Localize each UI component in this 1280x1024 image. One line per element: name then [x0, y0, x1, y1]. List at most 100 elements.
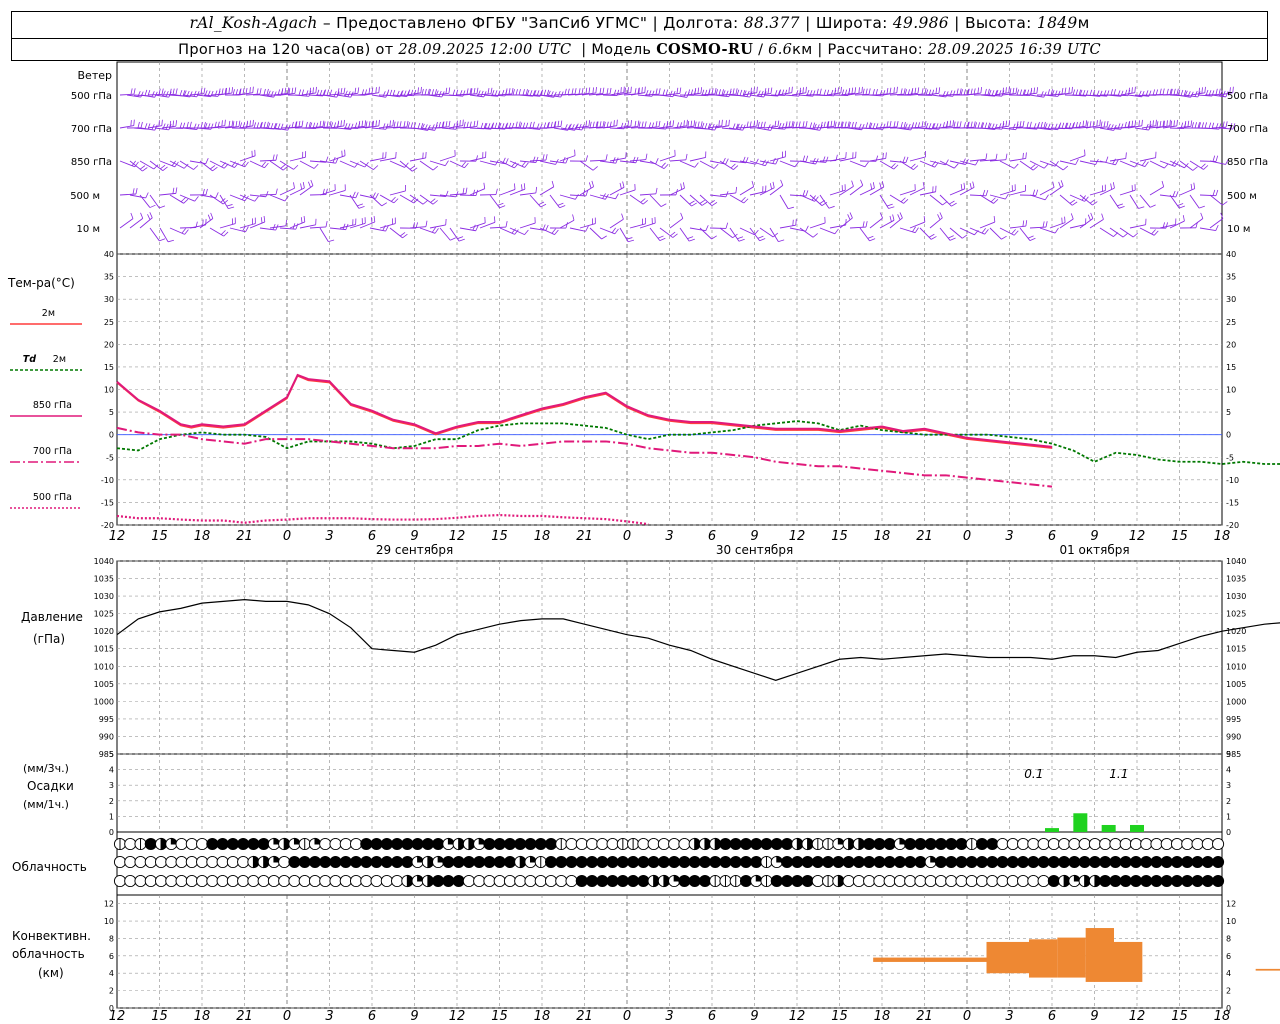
- convective-bar: [1029, 939, 1058, 978]
- wind-barb: [469, 182, 486, 196]
- cloud-symbol-circle: [1129, 855, 1143, 869]
- cloud-symbol-circle: [965, 874, 978, 888]
- wind-barb-feather: [1138, 206, 1145, 209]
- cloud-symbol-circle: [124, 874, 137, 888]
- cloud-symbol: [780, 855, 794, 869]
- wind-barb-feather: [137, 121, 140, 128]
- wind-barb-feather: [312, 87, 314, 94]
- cloud-symbol-circle: [606, 837, 619, 851]
- x-tick-label: 6: [368, 529, 376, 544]
- temperature-panel: [10, 323, 1280, 526]
- wind-barb-feather: [962, 234, 968, 239]
- cloud-symbol-circle: [934, 837, 948, 851]
- wind-barb: [789, 190, 809, 197]
- wind-barb-feather: [466, 88, 469, 95]
- cloud-symbol: [719, 855, 732, 869]
- cloud-symbol-circle: [678, 855, 691, 869]
- wind-barb-feather: [302, 182, 305, 189]
- wind-barb-feather: [1011, 229, 1016, 235]
- wind-barb-feather: [545, 224, 549, 231]
- wind-barb-feather: [725, 120, 727, 127]
- wind-barb-feather: [662, 89, 666, 96]
- wind-barb-feather: [1134, 86, 1136, 93]
- x-tick-label: 15: [1171, 1009, 1188, 1024]
- wind-barb-feather: [970, 121, 973, 128]
- wind-barb-feather: [984, 88, 987, 95]
- wind-barb-feather: [627, 120, 630, 127]
- wind-barb-feather: [231, 87, 234, 94]
- wind-barb-feather: [1043, 91, 1047, 98]
- wind-barb: [909, 150, 926, 162]
- wind-barb-feather: [1101, 213, 1104, 220]
- wind-barb-feather: [1105, 156, 1109, 163]
- wind-barb-feather: [264, 162, 269, 168]
- cloud-symbol-circle: [1181, 874, 1194, 888]
- x-tick-label: 3: [325, 1009, 333, 1024]
- conv-tick-right: 8: [1226, 934, 1231, 943]
- wind-barb-feather: [1005, 87, 1007, 94]
- cloud-symbol-circle: [596, 874, 609, 888]
- cloud-symbol: [257, 837, 270, 851]
- wind-barb-feather: [743, 198, 749, 204]
- wind-barb: [1190, 86, 1206, 96]
- wind-barb-feather: [603, 121, 606, 128]
- wind-barb-shaft: [819, 227, 836, 235]
- wind-barb: [1069, 149, 1086, 162]
- wind-barb-feather: [669, 120, 672, 127]
- wind-barb-feather: [627, 87, 629, 94]
- cloud-symbol: [1027, 874, 1040, 888]
- wind-barb-shaft: [1009, 157, 1026, 162]
- wind-barb-feather: [260, 217, 263, 224]
- wind-barb-feather: [907, 123, 911, 130]
- wind-barb-feather: [924, 88, 927, 95]
- cloud-symbol-circle: [1078, 837, 1091, 851]
- wind-barb-feather: [893, 164, 899, 170]
- wind-barb-feather: [823, 121, 826, 128]
- wind-barb-shaft: [679, 194, 692, 207]
- wind-barb: [309, 221, 328, 229]
- wind-barb-feather: [1172, 190, 1176, 197]
- wind-barb: [1019, 160, 1038, 171]
- wind-barb-feather: [462, 119, 464, 126]
- x-tick-label: 0: [963, 529, 971, 544]
- cloud-symbol: [678, 874, 691, 888]
- wind-barb-feather: [438, 121, 441, 128]
- wind-barb-feather: [172, 88, 175, 95]
- wind-barb-feather: [847, 214, 851, 220]
- wind-barb-feather: [1005, 193, 1009, 200]
- wind-barb-feather: [275, 188, 278, 195]
- cloud-symbol: [1129, 855, 1143, 869]
- wind-barb-feather: [938, 87, 941, 94]
- wind-barb-shaft: [686, 126, 702, 129]
- wind-barb-feather: [834, 87, 836, 94]
- cloud-symbol: [247, 874, 260, 888]
- wind-barb-shaft: [299, 160, 315, 169]
- wind-barb-feather: [288, 88, 291, 95]
- cloud-symbol-circle: [1109, 874, 1122, 888]
- cloud-symbol: [503, 837, 517, 851]
- wind-barb: [1209, 212, 1224, 229]
- precip-bar: [1045, 828, 1059, 832]
- wind-barb: [209, 227, 229, 237]
- cloud-symbol-circle: [1160, 837, 1173, 851]
- wind-barb-feather: [319, 120, 322, 127]
- cloud-symbol: [339, 855, 352, 869]
- wind-barb-feather: [949, 120, 952, 127]
- legend-850-label: 850 гПа: [33, 400, 72, 411]
- wind-barb-feather: [1058, 181, 1062, 188]
- wind-barb: [239, 149, 256, 162]
- temp-tick-right: 35: [1226, 273, 1236, 282]
- wind-barb-feather: [545, 154, 548, 161]
- wind-barb-feather: [802, 87, 804, 94]
- wind-barb-shaft: [1001, 127, 1016, 131]
- wind-barb-feather: [825, 156, 829, 163]
- wind-barb: [679, 160, 699, 168]
- wind-barb-shaft: [371, 127, 386, 130]
- wind-barb: [189, 87, 206, 96]
- wind-barb-shaft: [689, 227, 706, 232]
- wind-barb-feather: [1161, 180, 1165, 187]
- cloud-symbol-circle: [1170, 874, 1184, 888]
- cloud-symbol-circle: [1088, 855, 1101, 869]
- cloud-symbol: [534, 855, 547, 869]
- cloud-symbol-circle: [914, 855, 927, 869]
